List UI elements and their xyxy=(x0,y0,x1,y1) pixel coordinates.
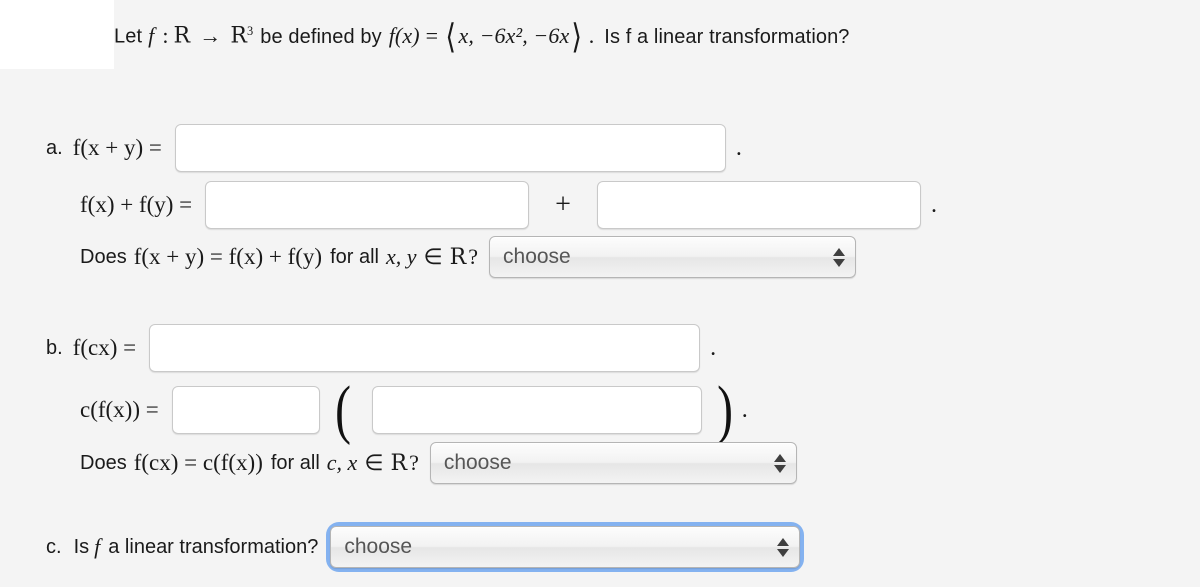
part-b-question-prefix: Does xyxy=(80,451,127,474)
statement-defined-by: be defined by xyxy=(260,25,382,48)
statement-colon: : xyxy=(162,22,169,48)
problem-statement: Let f: R → R3 be defined by f(x) = ⟨ x, −6x², −6x… xyxy=(114,10,850,59)
part-c-question-var: f xyxy=(94,534,101,559)
part-a-answer-select-value: choose xyxy=(503,245,571,268)
statement-question: Is f a linear transformation? xyxy=(604,25,850,48)
part-a-line1-lhs: f(x + y) = xyxy=(72,135,162,160)
triangle-down-icon[interactable] xyxy=(777,548,790,557)
part-a-line2: f(x) + f(y) = + . xyxy=(80,181,937,229)
part-b-letter: b. xyxy=(46,336,63,359)
part-c-line: c. Is f a linear transformation? choose xyxy=(46,526,801,568)
part-a-plus-operator: + xyxy=(555,189,571,220)
part-b-line2: c(f(x)) = ( ) . xyxy=(80,373,748,446)
statement-vector-open: ⟨ xyxy=(445,18,457,56)
part-b-answer-select[interactable]: choose xyxy=(429,442,797,484)
statement-fx-label: f(x) xyxy=(388,22,420,48)
part-a-line1-period: . xyxy=(735,134,742,161)
part-b-line1: b. f(cx) = . xyxy=(46,324,716,372)
part-b-set-symbol: R xyxy=(390,450,408,476)
part-a-select-stepper[interactable] xyxy=(833,247,846,267)
part-c-letter: c. xyxy=(46,535,62,558)
statement-codomain-exponent: 3 xyxy=(247,24,254,38)
part-b-question-mark: ? xyxy=(409,450,419,475)
top-left-white-patch xyxy=(0,0,114,69)
part-b-line3: Does f(cx) = c(f(x)) for all c, x ∈ R ? … xyxy=(80,442,797,484)
part-c-select-stepper[interactable] xyxy=(777,537,790,557)
part-b-member-symbol: ∈ xyxy=(364,450,384,475)
part-a-answer-select[interactable]: choose xyxy=(489,236,857,278)
part-a-question-math: f(x + y) = f(x) + f(y) xyxy=(133,244,323,269)
part-b-answer-select-wrapper[interactable]: choose xyxy=(429,442,797,484)
statement-vector-components: x, −6x², −6x xyxy=(458,22,570,48)
part-a-fy-input[interactable] xyxy=(596,181,921,229)
triangle-down-icon[interactable] xyxy=(833,258,846,267)
part-b-fx-input[interactable] xyxy=(371,386,702,434)
part-b-answer-select-value: choose xyxy=(443,451,512,474)
part-a-line1: a. f(x + y) = . xyxy=(46,124,742,172)
part-b-quantifier: c, x xyxy=(326,450,358,475)
part-a-question-mark: ? xyxy=(468,244,479,269)
part-a-quantifier: x, y xyxy=(385,244,417,269)
part-b-c-input[interactable] xyxy=(171,386,320,434)
part-c-answer-select-value: choose xyxy=(344,535,413,558)
part-c-question-prefix: Is xyxy=(73,535,90,558)
part-a-question-prefix: Does xyxy=(80,245,127,268)
statement-period: . xyxy=(588,22,595,48)
part-a-answer-select-wrapper[interactable]: choose xyxy=(489,236,857,278)
part-a-line3: Does f(x + y) = f(x) + f(y) for all x, y… xyxy=(80,236,857,278)
part-c-answer-select[interactable]: choose xyxy=(330,526,801,568)
part-a-line2-period: . xyxy=(930,191,937,218)
statement-equals: = xyxy=(425,22,439,48)
part-a-fx-input[interactable] xyxy=(205,181,530,229)
part-c-answer-select-wrapper[interactable]: choose xyxy=(330,526,801,568)
triangle-up-icon[interactable] xyxy=(773,453,786,462)
statement-codomain: R xyxy=(230,23,247,49)
part-b-question-suffix: for all xyxy=(270,451,320,474)
part-a-letter: a. xyxy=(46,136,63,159)
triangle-up-icon[interactable] xyxy=(833,247,846,256)
part-b-line2-lhs: c(f(x)) = xyxy=(80,397,159,422)
part-b-select-stepper[interactable] xyxy=(773,453,786,473)
part-a-question-suffix: for all xyxy=(330,245,379,268)
part-a-line2-lhs: f(x) + f(y) = xyxy=(80,192,193,217)
statement-function-name: f xyxy=(148,22,155,48)
statement-arrow: → xyxy=(199,22,222,48)
statement-domain: R xyxy=(173,23,191,49)
part-b-question-math: f(cx) = c(f(x)) xyxy=(133,450,263,475)
part-b-line2-period: . xyxy=(741,396,748,423)
part-b-line1-period: . xyxy=(710,334,717,361)
part-a-fxplusy-input[interactable] xyxy=(174,124,726,172)
part-c-question-suffix: a linear transformation? xyxy=(108,535,319,558)
statement-prefix: Let xyxy=(114,25,143,48)
statement-vector-close: ⟩ xyxy=(571,18,583,56)
part-b-fcx-input[interactable] xyxy=(149,324,701,372)
part-a-member-symbol: ∈ xyxy=(423,244,443,269)
part-b-line1-lhs: f(cx) = xyxy=(72,335,137,360)
triangle-up-icon[interactable] xyxy=(777,537,790,546)
part-a-set-symbol: R xyxy=(449,244,467,270)
triangle-down-icon[interactable] xyxy=(773,464,786,473)
problem-page: Let f: R → R3 be defined by f(x) = ⟨ x, −6x², −6x… xyxy=(0,0,1200,587)
